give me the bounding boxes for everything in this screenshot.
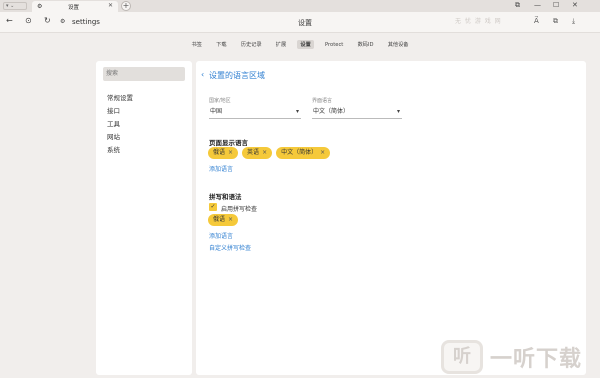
spellcheck-label: 启用拼写检查: [221, 206, 258, 213]
watermark-text: 一听下载: [490, 347, 583, 372]
language-settings-panel: ‹ 设置的语言区域 国家/地区 中国 ▾ 界面语言 中文（简体） ▾ 页面显示语…: [196, 61, 586, 375]
sidebar-icon[interactable]: ⧉: [553, 17, 558, 26]
forward-circle-icon[interactable]: ⊙: [25, 16, 32, 25]
watermark-logo: 听: [441, 340, 483, 374]
back-arrow-icon[interactable]: ←: [6, 16, 13, 25]
remove-icon[interactable]: ×: [228, 214, 233, 226]
sidebar-item-interface[interactable]: 接口: [107, 105, 120, 115]
maximize-icon[interactable]: ☐: [553, 1, 559, 9]
region-select[interactable]: 中国 ▾: [209, 106, 301, 119]
address-text[interactable]: settings: [72, 18, 100, 26]
tab-settings-page[interactable]: 设置: [297, 40, 314, 49]
sidebar-item-general[interactable]: 常规设置: [107, 92, 133, 102]
reload-icon[interactable]: ↻: [44, 16, 51, 25]
language-chip[interactable]: 俄语 ×: [208, 147, 239, 159]
tab-downloads[interactable]: 下载: [213, 40, 229, 49]
add-spell-language-link[interactable]: 添加语言: [209, 231, 233, 240]
tab-history[interactable]: 历史记录: [238, 40, 265, 49]
watermark-top-right: 无 忧 游 戏 网: [455, 18, 502, 25]
gear-icon: ⚙: [37, 3, 43, 10]
add-language-link[interactable]: 添加语言: [209, 164, 233, 173]
minimize-icon[interactable]: —: [534, 1, 541, 9]
tab-settings[interactable]: ⚙ 设置 ✕: [32, 1, 118, 12]
new-tab-button[interactable]: +: [121, 1, 131, 11]
navigation-bar: ← ⊙ ↻ ⚙ settings 设置 A⃗ ⧉ ⤓: [0, 12, 600, 33]
tab-other-devices[interactable]: 其他设备: [385, 40, 412, 49]
chip-label: 中文（简体）: [281, 149, 318, 156]
sidebar-item-sites[interactable]: 网站: [107, 131, 120, 141]
chip-label: 俄语: [213, 149, 226, 156]
page-title: 设置: [298, 19, 312, 27]
ui-language-select[interactable]: 中文（简体） ▾: [312, 106, 402, 119]
region-label: 国家/地区: [209, 98, 231, 104]
ui-language-label: 界面语言: [312, 98, 333, 104]
tab-actions-button[interactable]: ▾ ⌄: [3, 2, 27, 10]
tab-protect[interactable]: Protect: [322, 41, 346, 49]
settings-tabs: 书签 下载 历史记录 扩展 设置 Protect 数码ID 其他设备: [0, 40, 600, 52]
tab-digital-id[interactable]: 数码ID: [355, 40, 377, 49]
close-window-icon[interactable]: ✕: [572, 1, 578, 9]
back-chevron-icon[interactable]: ‹: [201, 70, 204, 79]
translate-icon[interactable]: A⃗: [534, 17, 539, 25]
sidebar-item-system[interactable]: 系统: [107, 144, 120, 154]
chevron-down-icon: ▾: [295, 108, 299, 115]
region-value: 中国: [210, 108, 223, 115]
tab-extensions[interactable]: 扩展: [273, 40, 289, 49]
remove-icon[interactable]: ×: [262, 147, 267, 159]
spelling-heading: 拼写和语法: [209, 193, 242, 201]
ui-language-value: 中文（简体）: [313, 108, 350, 115]
sidebar-item-tools[interactable]: 工具: [107, 118, 120, 128]
split-icon[interactable]: ⧉: [515, 1, 520, 10]
language-chip[interactable]: 俄语 ×: [208, 214, 239, 226]
custom-spellcheck-link[interactable]: 自定义拼写检查: [209, 243, 251, 252]
spellcheck-checkbox[interactable]: ✓: [209, 203, 217, 211]
remove-icon[interactable]: ×: [320, 147, 325, 159]
language-chip[interactable]: 英语 ×: [242, 147, 273, 159]
close-icon[interactable]: ✕: [108, 2, 113, 9]
remove-icon[interactable]: ×: [228, 147, 233, 159]
search-input[interactable]: 搜索: [103, 67, 185, 81]
chevron-down-icon: ▾: [396, 108, 400, 115]
site-info-icon[interactable]: ⚙: [60, 18, 65, 25]
download-icon[interactable]: ⤓: [572, 17, 575, 26]
display-language-chips: 俄语 × 英语 × 中文（简体） ×: [208, 147, 331, 159]
display-language-heading: 页面显示语言: [209, 139, 248, 147]
language-chip[interactable]: 中文（简体） ×: [276, 147, 331, 159]
settings-sidebar: 搜索 常规设置 接口 工具 网站 系统: [96, 61, 192, 375]
spell-language-chips: 俄语 ×: [208, 214, 239, 226]
section-title: 设置的语言区域: [209, 71, 265, 80]
tab-strip: ▾ ⌄ ⚙ 设置 ✕ + ⧉ — ☐ ✕: [0, 0, 600, 12]
tab-bookmarks[interactable]: 书签: [189, 40, 205, 49]
tab-title: 设置: [68, 5, 80, 11]
chip-label: 俄语: [213, 216, 226, 223]
chip-label: 英语: [247, 149, 260, 156]
